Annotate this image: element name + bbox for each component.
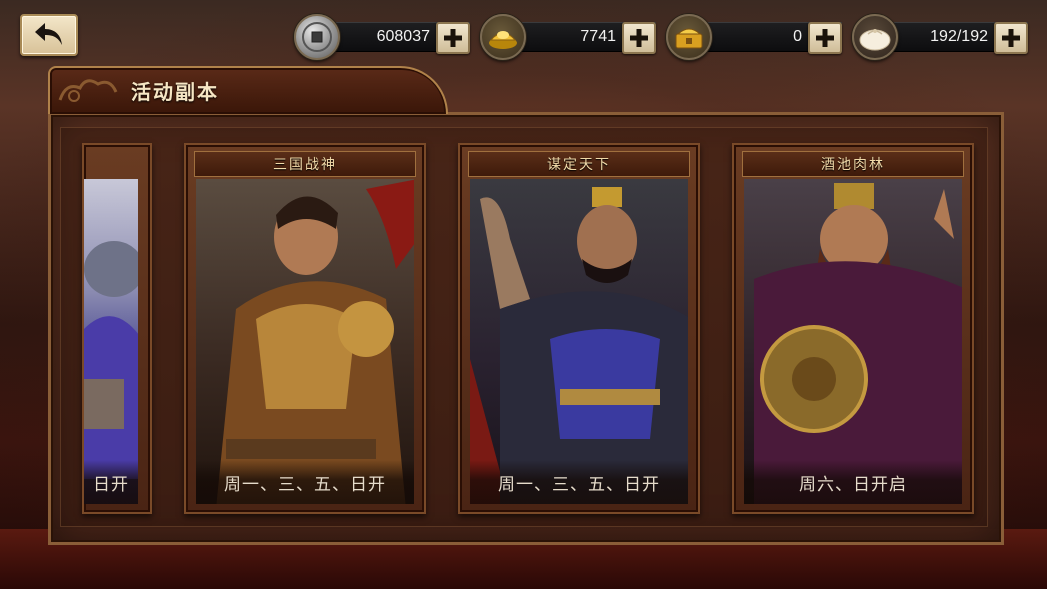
card-title-bar: 酒池肉林 (742, 151, 964, 177)
back-button[interactable] (20, 14, 78, 56)
schedule-text: 周一、三、五、日开 (498, 474, 660, 495)
add-gold-chest-button[interactable] (808, 22, 842, 54)
resource-gold-chest: 0 (666, 14, 842, 60)
card-title: 谋定天下 (547, 157, 611, 173)
hero-portrait (470, 179, 688, 504)
cloud-ornament-icon (58, 79, 118, 102)
dungeon-card[interactable]: 三国战神 周一、三、五、日开 (184, 143, 426, 514)
hero-portrait (84, 179, 138, 504)
gold-ingot-value: 7741 (580, 28, 616, 45)
schedule-caption: 周六、日开启 (744, 460, 962, 504)
schedule-text: 周六、日开启 (799, 474, 907, 495)
dungeon-card[interactable]: 日开 (82, 143, 152, 514)
back-arrow-icon (35, 23, 62, 45)
schedule-caption: 日开 (84, 460, 138, 504)
schedule-caption: 周一、三、五、日开 (470, 460, 688, 504)
hero-portrait (744, 179, 962, 504)
card-title: 三国战神 (273, 157, 337, 173)
resource-stamina: 192/192 (852, 14, 1028, 60)
card-title-bar: 三国战神 (194, 151, 416, 177)
copper-coin-icon (294, 14, 340, 60)
gold-ingot-icon (480, 14, 526, 60)
schedule-caption: 周一、三、五、日开 (196, 460, 414, 504)
schedule-text: 周一、三、五、日开 (224, 474, 386, 495)
gold-treasure-icon (666, 14, 712, 60)
page-title: 活动副本 (131, 80, 219, 104)
steamed-bun-icon (852, 14, 898, 60)
coin-value: 608037 (376, 28, 430, 45)
gold-chest-value: 0 (793, 28, 802, 45)
stamina-value: 192/192 (930, 28, 988, 45)
add-gold-ingot-button[interactable] (622, 22, 656, 54)
schedule-text: 日开 (93, 474, 129, 495)
resource-coin: 608037 (294, 14, 470, 60)
card-title-bar: 谋定天下 (468, 151, 690, 177)
add-stamina-button[interactable] (994, 22, 1028, 54)
dungeon-card[interactable]: 酒池肉林 周六、日开启 (732, 143, 974, 514)
add-coin-button[interactable] (436, 22, 470, 54)
resource-gold-ingot: 7741 (480, 14, 656, 60)
hero-portrait (196, 179, 414, 504)
dungeon-card[interactable]: 谋定天下 周一、三、五、日开 (458, 143, 700, 514)
card-title: 酒池肉林 (821, 157, 885, 173)
